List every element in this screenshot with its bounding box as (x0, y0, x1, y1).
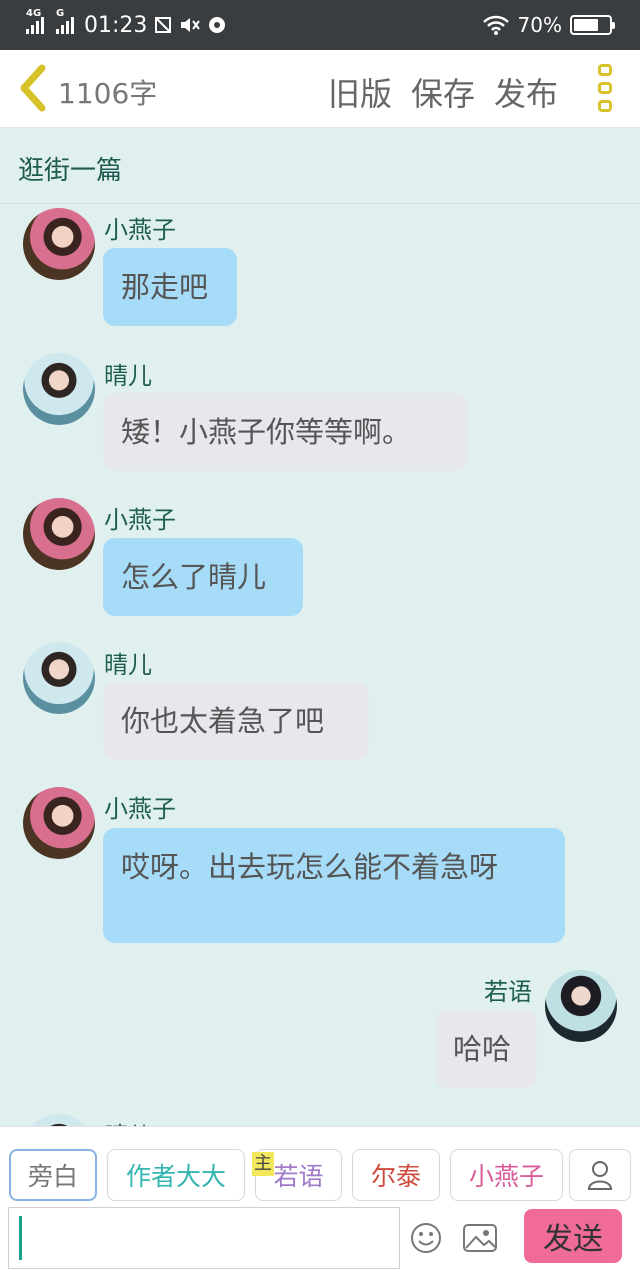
role-narrator[interactable]: 旁白 (9, 1149, 97, 1201)
avatar-qinger[interactable] (23, 353, 95, 425)
send-button[interactable]: 发送 (524, 1209, 622, 1263)
mute-icon (181, 18, 201, 32)
message-bubble[interactable]: 怎么了晴儿 (103, 538, 303, 616)
message-bubble[interactable]: 你也太着急了吧 (103, 682, 369, 760)
speaker-name: 小燕子 (104, 506, 176, 534)
add-role-button[interactable] (569, 1149, 631, 1201)
avatar-xiaoyanzi[interactable] (23, 787, 95, 859)
battery-percent: 70% (517, 13, 562, 37)
avatar-qinger[interactable] (23, 642, 95, 714)
avatar-qinger[interactable] (23, 1114, 95, 1126)
main-role-badge: 主 (252, 1152, 274, 1176)
clock: 01:23 (84, 12, 148, 38)
document-title[interactable]: 逛街一篇 (18, 150, 122, 187)
wifi-icon (482, 15, 509, 35)
message-bubble[interactable]: 那走吧 (103, 248, 237, 326)
user-icon (587, 1161, 613, 1190)
message-bubble[interactable]: 哈哈 (435, 1010, 537, 1088)
avatar-xiaoyanzi[interactable] (23, 498, 95, 570)
more-menu-icon[interactable] (598, 64, 614, 112)
message-input[interactable] (8, 1207, 400, 1269)
composer-toolbar: 旁白 作者大大 若语 尔泰 小燕子 发送 (0, 1126, 640, 1276)
chat-area[interactable]: 小燕子 那走吧 晴儿 矮！小燕子你等等啊。 小燕子 怎么了晴儿 晴儿 你也太着急… (0, 204, 640, 1126)
battery-fill (574, 19, 598, 31)
status-bar: 4G G 01:23 70% (0, 0, 640, 50)
avatar-ruoyu[interactable] (545, 970, 617, 1042)
emoji-icon[interactable] (410, 1222, 442, 1254)
location-icon (209, 17, 226, 33)
battery-icon (570, 15, 615, 35)
image-icon[interactable] (462, 1222, 498, 1254)
speaker-name: 若语 (484, 978, 532, 1006)
speaker-name: 晴儿 (104, 1116, 152, 1126)
role-xiaoyanzi[interactable]: 小燕子 (450, 1149, 563, 1201)
old-version-button[interactable]: 旧版 (328, 69, 392, 115)
save-button[interactable]: 保存 (411, 69, 475, 115)
speaker-name: 晴儿 (104, 651, 152, 679)
editor-header: 1106字 旧版 保存 发布 (0, 50, 640, 128)
role-author[interactable]: 作者大大 (107, 1149, 245, 1201)
network-type-2: G (56, 8, 65, 19)
speaker-name: 小燕子 (104, 795, 176, 823)
status-right: 70% (482, 10, 615, 40)
text-caret (19, 1216, 22, 1260)
signal-icon-1: 4G (26, 8, 44, 34)
speaker-name: 小燕子 (104, 216, 176, 244)
word-count: 1106字 (58, 77, 158, 110)
message-bubble[interactable]: 哎呀。出去玩怎么能不着急呀 (103, 828, 565, 943)
avatar-xiaoyanzi[interactable] (23, 208, 95, 280)
role-ertai[interactable]: 尔泰 (352, 1149, 440, 1201)
signal-icon-2: G (56, 8, 74, 34)
speaker-name: 晴儿 (104, 362, 152, 390)
status-left: 4G G 01:23 (26, 8, 227, 40)
network-type-1: 4G (26, 8, 42, 19)
publish-button[interactable]: 发布 (494, 69, 558, 115)
screenshot-off-icon (155, 17, 172, 33)
message-bubble[interactable]: 矮！小燕子你等等啊。 (103, 393, 467, 471)
back-chevron-icon[interactable] (16, 64, 52, 112)
